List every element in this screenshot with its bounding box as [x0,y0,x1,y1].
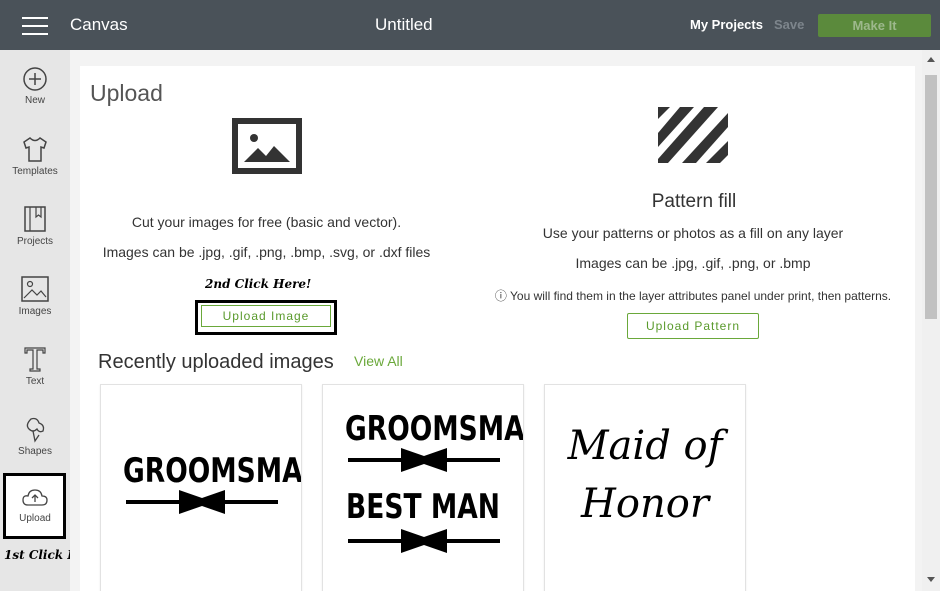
pattern-description: Use your patterns or photos as a fill on… [542,225,844,241]
image-icon [21,276,49,302]
card-text-line: Honor [581,481,709,527]
card-text-line: GROOMSMAN [123,451,302,491]
recent-image-card[interactable]: GROOMSMAN [100,384,302,591]
sidebar-item-templates[interactable]: Templates [0,135,70,205]
menu-icon[interactable] [22,17,48,35]
sidebar-item-label: Templates [12,166,58,177]
recent-image-card[interactable]: Maid of Honor [544,384,746,591]
text-t-icon [24,347,46,372]
bowtie-icon [348,529,500,553]
view-all-link[interactable]: View All [354,353,403,369]
second-click-annotation: 2nd Click Here! [205,277,312,291]
sidebar-item-text[interactable]: Text [0,345,70,415]
left-sidebar: New Templates Projects Images Text Shape… [0,50,70,591]
sidebar-item-upload[interactable]: Upload [0,486,70,556]
vertical-scrollbar[interactable] [922,50,940,591]
sidebar-item-new[interactable]: New [0,66,70,136]
bowtie-icon [348,448,500,472]
scroll-up-arrow-icon[interactable] [927,57,935,62]
pattern-formats: Images can be .jpg, .gif, .png, or .bmp [575,255,811,271]
make-it-button[interactable]: Make It [818,14,931,37]
sidebar-item-label: Images [18,306,52,317]
my-projects-link[interactable]: My Projects [690,17,763,32]
sidebar-item-label: Upload [19,513,51,524]
sidebar-item-label: Shapes [18,446,52,457]
card-text-line: GROOMSMAN [345,409,524,449]
shapes-icon [26,417,45,443]
sidebar-item-label: New [24,95,45,106]
app-brand: Canvas [70,15,128,34]
info-icon: ⓘ [494,289,507,303]
page-title: Upload [90,80,163,106]
upload-image-button[interactable]: Upload Image [201,305,331,327]
upload-description: Cut your images for free (basic and vect… [131,214,402,230]
bowtie-icon [126,490,278,514]
sidebar-item-label: Text [25,376,45,387]
top-bar: Canvas Untitled My Projects Save Make It [0,0,940,50]
cloud-upload-icon [22,489,48,506]
plus-circle-icon [23,67,47,91]
document-title[interactable]: Untitled [375,15,433,35]
sidebar-item-images[interactable]: Images [0,275,70,345]
upload-formats: Images can be .jpg, .gif, .png, .bmp, .s… [102,244,431,260]
scroll-thumb[interactable] [925,75,937,319]
card-text-line: BEST MAN [346,487,500,527]
pattern-stripes-icon [658,107,728,163]
scroll-down-arrow-icon[interactable] [927,577,935,582]
upload-image-icon [232,118,302,174]
recent-image-card[interactable]: GROOMSMAN BEST MAN [322,384,524,591]
pattern-fill-title: Pattern fill [651,191,737,212]
pattern-info-text: You will find them in the layer attribut… [510,289,892,303]
card-text-line: Maid of [567,423,723,469]
save-button[interactable]: Save [774,17,804,32]
upload-pattern-button[interactable]: Upload Pattern [627,313,759,339]
pattern-info: ⓘ You will find them in the layer attrib… [490,287,896,304]
recent-uploads-heading: Recently uploaded images [98,351,334,373]
tshirt-icon [23,137,47,162]
